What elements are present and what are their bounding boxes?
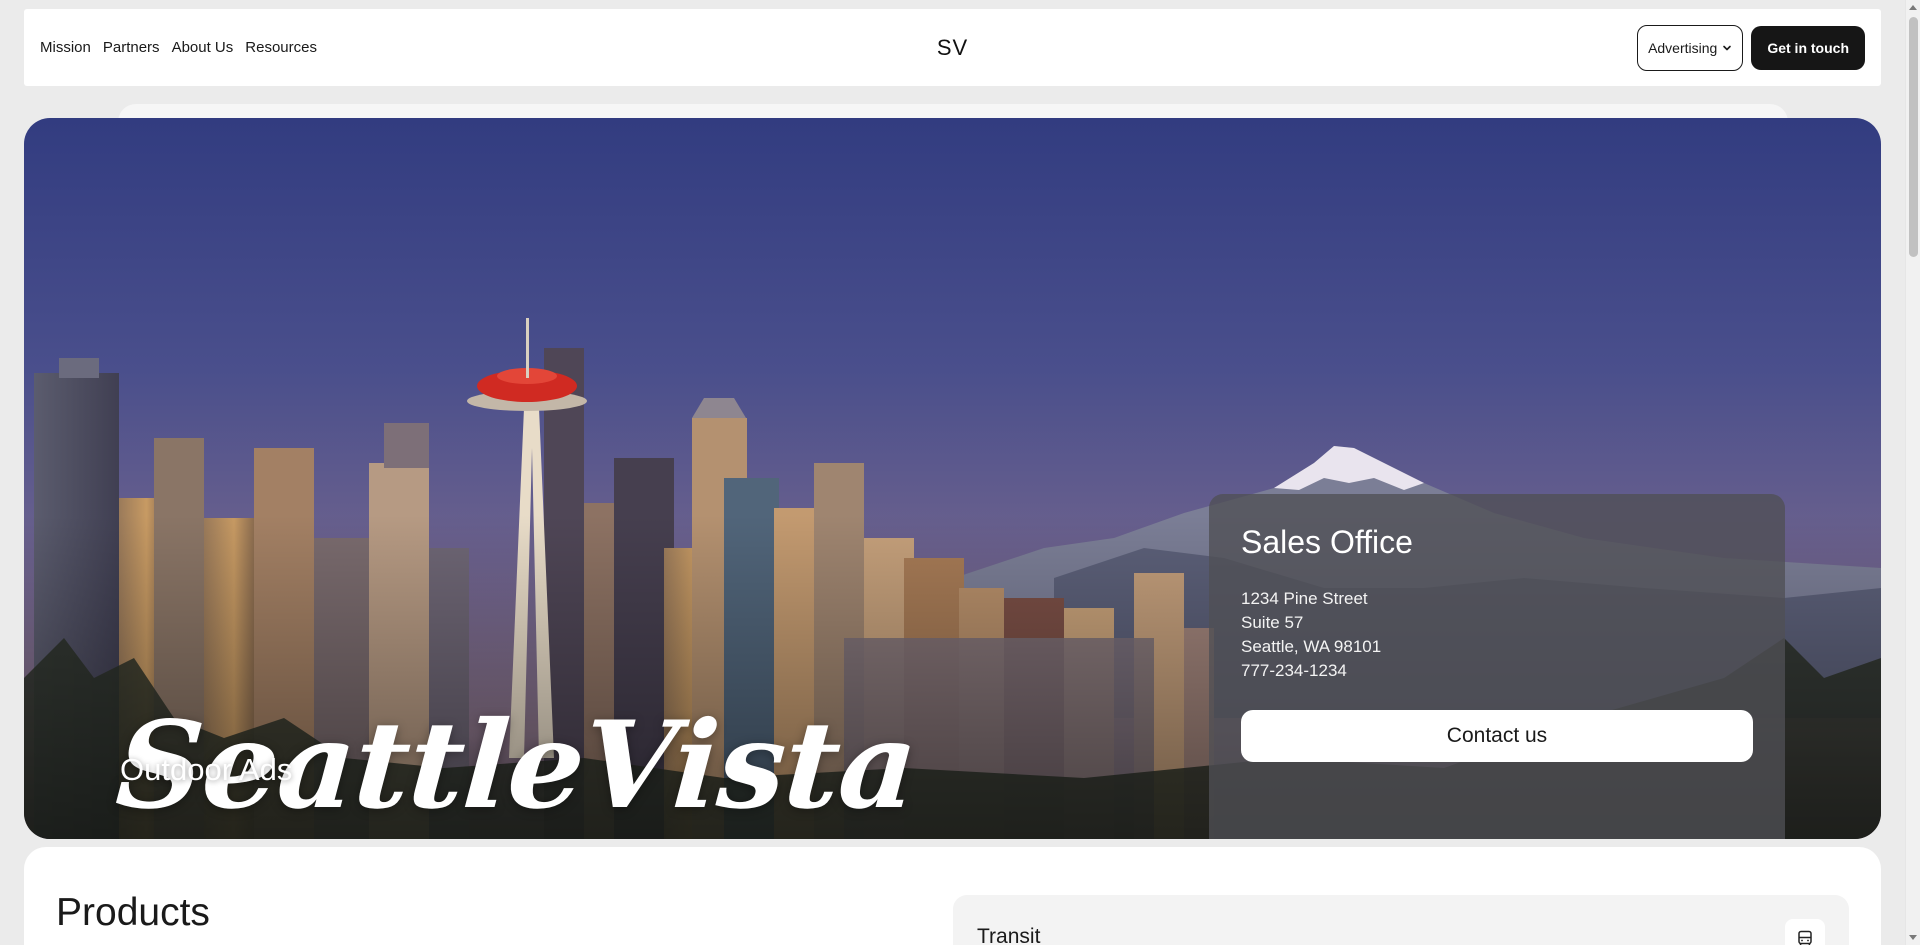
products-title: Products [56,891,210,934]
hero-section: SeattleVista Outdoor Ads Sales Office 12… [24,118,1881,839]
products-section: Products Transit [24,847,1881,945]
address-city: Seattle, WA 98101 [1241,637,1382,656]
phone-number[interactable]: 777-234-1234 [1241,659,1753,683]
scroll-down-arrow-icon[interactable] [1909,935,1917,940]
product-item-transit[interactable]: Transit [953,895,1849,945]
nav-actions: Advertising Get in touch [1637,24,1865,71]
nav-link-about-us[interactable]: About Us [172,39,234,56]
contact-us-button[interactable]: Contact us [1241,710,1753,762]
nav-links: Mission Partners About Us Resources [40,39,317,56]
scroll-thumb[interactable] [1909,17,1918,257]
hero-subtitle: Outdoor Ads [120,752,293,787]
scroll-up-arrow-icon[interactable] [1909,5,1917,10]
sales-office-title: Sales Office [1241,524,1413,560]
chevron-down-icon [1723,45,1732,50]
page-scrollbar[interactable] [1905,0,1920,945]
advertising-dropdown-label: Advertising [1648,39,1718,56]
address-suite: Suite 57 [1241,613,1304,632]
nav-link-resources[interactable]: Resources [245,39,317,56]
advertising-dropdown[interactable]: Advertising [1637,24,1744,71]
get-in-touch-button[interactable]: Get in touch [1751,25,1865,70]
nav-link-mission[interactable]: Mission [40,39,91,56]
nav-link-partners[interactable]: Partners [103,39,160,56]
brand-logo[interactable]: SV [937,35,968,61]
product-item-label: Transit [977,925,1041,945]
top-navbar: Mission Partners About Us Resources SV A… [24,9,1881,86]
bus-icon [1785,919,1825,945]
address-street: 1234 Pine Street [1241,589,1368,608]
sales-office-card: Sales Office 1234 Pine Street Suite 57 S… [1209,494,1785,839]
